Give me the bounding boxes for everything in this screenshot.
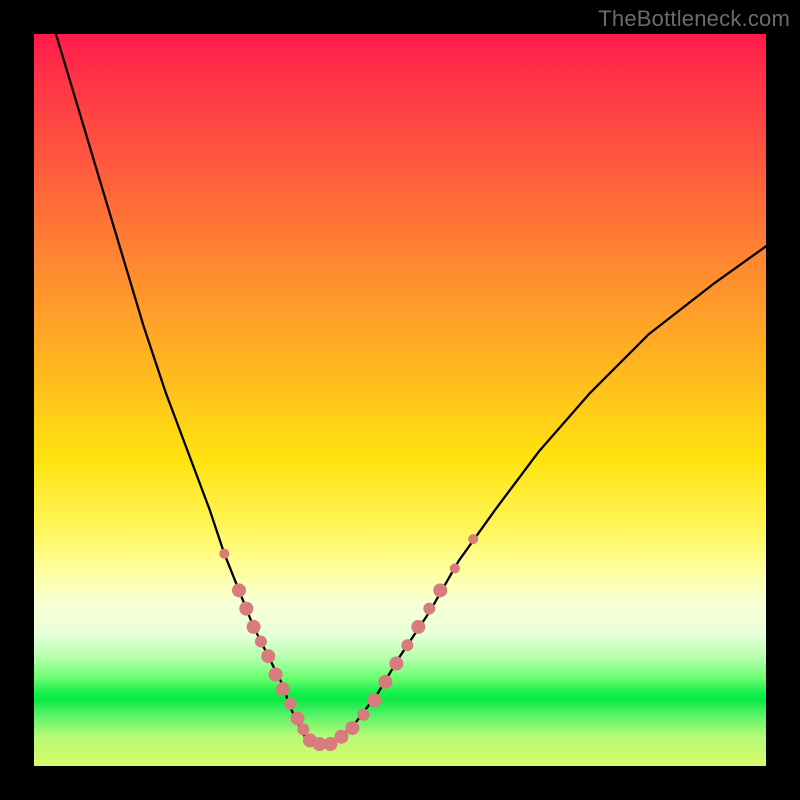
curve-marker (247, 620, 261, 634)
curve-marker (239, 602, 253, 616)
curve-marker (284, 698, 296, 710)
curve-marker (423, 603, 435, 615)
curve-marker (291, 711, 305, 725)
chart-svg (34, 34, 766, 766)
curve-marker (367, 693, 381, 707)
curve-marker (357, 709, 369, 721)
curve-marker (450, 563, 460, 573)
curve-marker (389, 657, 403, 671)
plot-area (34, 34, 766, 766)
bottleneck-curve-path (56, 34, 766, 744)
curve-marker (219, 549, 229, 559)
curve-marker (433, 583, 447, 597)
bottleneck-curve (56, 34, 766, 744)
curve-marker (297, 723, 309, 735)
curve-marker (411, 620, 425, 634)
curve-marker (334, 730, 348, 744)
curve-marker (378, 675, 392, 689)
curve-marker (261, 649, 275, 663)
chart-frame: TheBottleneck.com (0, 0, 800, 800)
curve-marker (468, 534, 478, 544)
curve-marker (269, 668, 283, 682)
curve-marker (232, 583, 246, 597)
curve-marker (345, 721, 359, 735)
curve-marker (255, 636, 267, 648)
highlight-markers (219, 534, 478, 751)
curve-marker (401, 639, 413, 651)
curve-marker (276, 682, 290, 696)
watermark-text: TheBottleneck.com (598, 6, 790, 32)
